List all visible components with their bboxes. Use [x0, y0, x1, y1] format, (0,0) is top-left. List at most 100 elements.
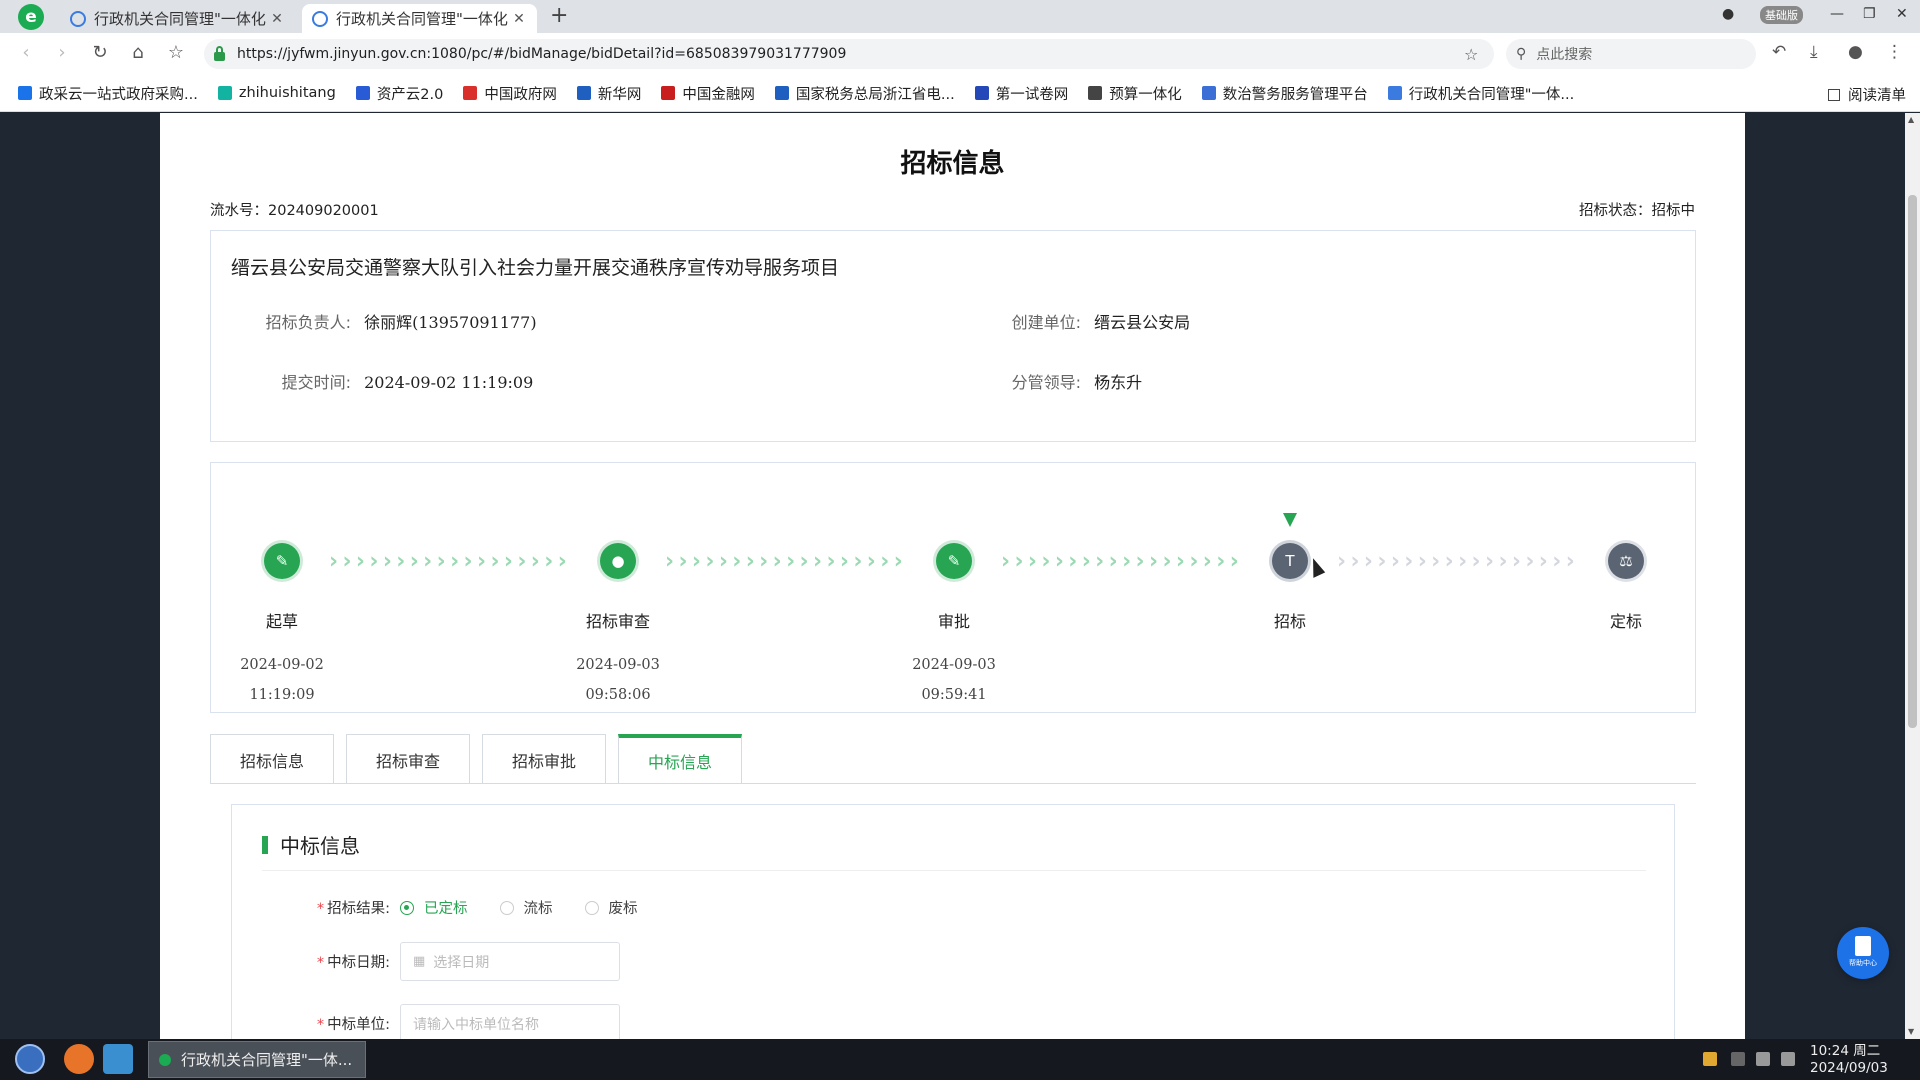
bookmark-item[interactable]: 资产云2.0 — [355, 83, 443, 104]
chevron-right-icon: › — [1202, 548, 1212, 574]
award-info-section: 中标信息 * 招标结果: 已定标 流标 废标 * 中标日期: ▦ 选择日期 * 中标单位… — [231, 804, 1675, 1039]
owner-label: 招标负责人: — [265, 313, 351, 332]
help-center-button[interactable]: 帮助中心 — [1837, 927, 1889, 979]
help-book-icon — [1855, 936, 1871, 956]
chevron-right-icon: › — [1189, 548, 1199, 574]
tab-bid-approval[interactable]: 招标审批 — [482, 734, 606, 784]
home-icon[interactable]: ⌂ — [126, 42, 150, 63]
bookmark-label: 数治警务服务管理平台 — [1222, 86, 1368, 103]
step-label-bidding: 招标 — [1273, 612, 1306, 631]
taskbar-browser-window[interactable]: 行政机关合同管理"一体... — [148, 1041, 366, 1078]
owner-field: 招标负责人: 徐丽辉(13957091177) — [231, 309, 537, 333]
radio-void[interactable]: 废标 — [584, 897, 638, 918]
chevron-right-icon: › — [1162, 548, 1172, 574]
browser-tab-2[interactable]: 行政机关合同管理"一体化 ✕ — [302, 4, 537, 33]
status-label: 招标状态： — [1579, 203, 1652, 219]
new-tab-button[interactable]: + — [550, 3, 568, 28]
close-icon[interactable]: ✕ — [511, 11, 527, 27]
chevron-right-icon: › — [1068, 548, 1078, 574]
browser-favicon-icon — [159, 1053, 171, 1066]
bookmark-item[interactable]: 中国金融网 — [661, 83, 755, 104]
tray-keyboard-icon[interactable] — [1731, 1052, 1745, 1066]
bookmark-item[interactable]: 行政机关合同管理"一体... — [1387, 83, 1574, 104]
volume-icon[interactable] — [1756, 1052, 1770, 1066]
radio-awarded[interactable]: 已定标 — [400, 897, 468, 918]
close-window-icon[interactable]: ✕ — [1896, 6, 1908, 22]
chevron-right-icon: › — [369, 548, 379, 574]
chevron-right-icon: › — [1229, 548, 1239, 574]
submit-time-value: 2024-09-02 11:19:09 — [364, 373, 534, 392]
minimize-icon[interactable]: — — [1830, 6, 1844, 22]
bookmark-item[interactable]: 数治警务服务管理平台 — [1201, 83, 1368, 104]
bookmark-favicon-icon — [1201, 86, 1216, 100]
bookmark-label: zhihuishitang — [238, 85, 336, 101]
award-date-input[interactable]: ▦ 选择日期 — [400, 942, 620, 981]
calendar-icon: ▦ — [413, 954, 426, 969]
undo-icon[interactable]: ↶ — [1772, 42, 1786, 62]
bookmark-item[interactable]: 政采云一站式政府采购... — [18, 83, 198, 104]
chevron-right-icon: › — [450, 548, 460, 574]
network-icon[interactable] — [1781, 1052, 1795, 1066]
system-clock[interactable]: 10:24 周二 2024/09/03 — [1810, 1043, 1888, 1077]
section-header: 中标信息 — [262, 830, 360, 859]
chevron-right-icon: › — [396, 548, 406, 574]
bookmark-item[interactable]: 新华网 — [576, 83, 642, 104]
bookmark-label: 新华网 — [597, 86, 642, 103]
bookmark-item[interactable]: 国家税务总局浙江省电... — [774, 83, 955, 104]
close-icon[interactable]: ✕ — [269, 11, 285, 27]
chevron-right-icon: › — [1565, 548, 1575, 574]
back-icon[interactable]: ‹ — [14, 42, 38, 63]
page-scrollbar[interactable]: ▲ ▼ — [1905, 113, 1920, 1039]
leader-value: 杨东升 — [1094, 373, 1143, 392]
account-menu-icon[interactable]: ● — [1722, 6, 1734, 22]
unit-value: 缙云县公安局 — [1094, 313, 1191, 332]
reading-list-button[interactable]: 阅读清单 — [1828, 84, 1906, 105]
menu-icon[interactable]: ⋮ — [1886, 42, 1903, 62]
browser-tab-1[interactable]: 行政机关合同管理"一体化 ✕ — [60, 4, 295, 33]
radio-failed[interactable]: 流标 — [499, 897, 553, 918]
address-bar[interactable]: https://jyfwm.jinyun.gov.cn:1080/pc/#/bi… — [204, 39, 1494, 69]
tab-award-info[interactable]: 中标信息 — [618, 734, 742, 784]
reload-icon[interactable]: ↻ — [88, 42, 112, 63]
progress-connector: › › › › › › › › › › › › › › › › › › — [329, 547, 567, 575]
file-manager-icon[interactable] — [103, 1044, 133, 1074]
scroll-up-icon[interactable]: ▲ — [1908, 115, 1914, 124]
award-unit-input[interactable]: 请输入中标单位名称 — [400, 1004, 620, 1039]
forward-icon[interactable]: › — [50, 42, 74, 63]
search-input[interactable]: ⚲ 点此搜索 — [1506, 39, 1756, 69]
bid-detail-page: 招标信息 流水号：202409020001 招标状态：招标中 缙云县公安局交通警… — [160, 113, 1745, 1039]
tab-bid-review[interactable]: 招标审查 — [346, 734, 470, 784]
chevron-right-icon: › — [691, 548, 701, 574]
award-date-row: * 中标日期: ▦ 选择日期 — [232, 942, 620, 981]
tab-title: 行政机关合同管理"一体化 — [94, 10, 266, 28]
url-text[interactable]: https://jyfwm.jinyun.gov.cn:1080/pc/#/bi… — [237, 46, 1464, 62]
bookmark-item[interactable]: 预算一体化 — [1088, 83, 1182, 104]
version-badge[interactable]: 基础版 — [1760, 6, 1803, 24]
chevron-right-icon: › — [1458, 548, 1468, 574]
scroll-down-icon[interactable]: ▼ — [1908, 1027, 1914, 1036]
restore-icon[interactable]: ❐ — [1863, 6, 1876, 22]
bookmark-star-icon[interactable]: ☆ — [164, 42, 188, 63]
profile-icon[interactable]: ● — [1848, 42, 1863, 62]
firefox-icon[interactable] — [64, 1044, 94, 1074]
chevron-right-icon: › — [866, 548, 876, 574]
start-menu-icon[interactable] — [15, 1044, 45, 1074]
chevron-right-icon: › — [1404, 548, 1414, 574]
progress-connector: › › › › › › › › › › › › › › › › › › — [1337, 547, 1575, 575]
bookmark-item[interactable]: 第一试卷网 — [974, 83, 1068, 104]
award-unit-row: * 中标单位: 请输入中标单位名称 — [232, 1004, 620, 1039]
search-placeholder: 点此搜索 — [1536, 47, 1593, 63]
project-info-card: 缙云县公安局交通警察大队引入社会力量开展交通秩序宣传劝导服务项目 招标负责人: … — [210, 230, 1696, 442]
unit-field: 创建单位: 缙云县公安局 — [991, 309, 1191, 333]
tab-bid-info[interactable]: 招标信息 — [210, 734, 334, 784]
bookmark-favicon-icon — [217, 86, 232, 100]
bookmark-item[interactable]: zhihuishitang — [217, 85, 336, 101]
star-icon[interactable]: ☆ — [1464, 45, 1494, 64]
download-icon[interactable]: ⤓ — [1810, 42, 1818, 62]
bookmark-item[interactable]: 中国政府网 — [463, 83, 557, 104]
scrollbar-thumb[interactable] — [1908, 195, 1917, 728]
reading-list-label: 阅读清单 — [1848, 88, 1906, 104]
bid-result-label: * 招标结果: — [316, 901, 390, 917]
tray-app-icon[interactable] — [1703, 1052, 1717, 1066]
browser-logo-icon[interactable]: e — [18, 4, 44, 30]
